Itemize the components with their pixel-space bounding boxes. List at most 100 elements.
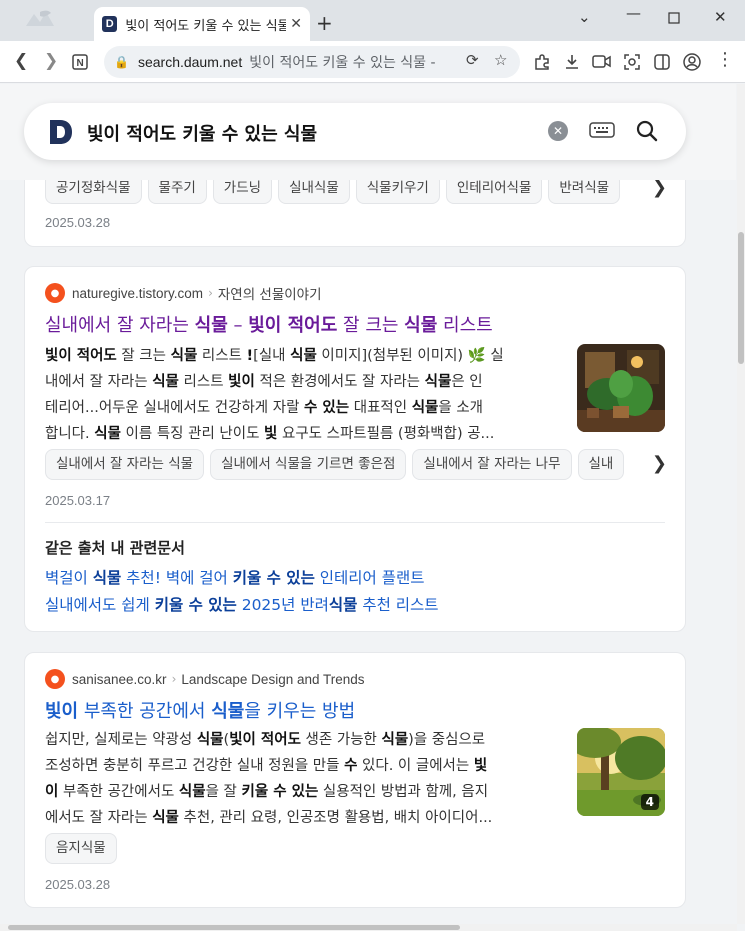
search-query-text[interactable]: 빛이 적어도 키울 수 있는 식물 <box>87 120 317 146</box>
notion-extension-icon[interactable]: N <box>72 54 88 70</box>
result-title-link[interactable]: 빛이 부족한 공간에서 식물을 키우는 방법 <box>45 697 355 723</box>
source-host: sanisanee.co.kr <box>72 671 167 687</box>
keyword-chip[interactable]: 음지식물 <box>45 833 117 864</box>
related-doc-link[interactable]: 벽걸이 식물 추천! 벽에 걸어 키울 수 있는 인테리어 플랜트 <box>45 566 425 588</box>
text-segment: 인테리어 플랜트 <box>314 569 425 587</box>
text-segment: 잘 크는 <box>116 348 171 364</box>
text-segment: 내에서 잘 자라는 <box>45 374 153 390</box>
text-segment: 조성하면 충분히 푸르고 건강한 실내 정원을 만들 <box>45 758 345 774</box>
result-date: 2025.03.28 <box>45 215 111 230</box>
result-date: 2025.03.17 <box>45 493 111 508</box>
text-segment: 잘 크는 <box>337 315 405 336</box>
new-tab-button[interactable]: + <box>316 11 333 35</box>
plant-room-thumbnail[interactable] <box>577 344 665 432</box>
highlighted-keyword: 식물 <box>381 732 409 748</box>
scrollbar-thumb[interactable] <box>738 232 744 364</box>
keyword-chip[interactable]: 실내에서 잘 자라는 식물 <box>45 449 205 480</box>
highlighted-keyword: 빛이 <box>228 374 255 390</box>
highlighted-keyword: 빛이 적어도 <box>229 732 301 748</box>
keyword-chip[interactable]: 실내에서 식물을 기르면 좋은점 <box>210 449 407 480</box>
text-segment: 벽걸이 <box>45 569 93 587</box>
daum-logo-icon[interactable] <box>48 118 74 146</box>
result-source[interactable]: ● sanisanee.co.kr › Landscape Design and… <box>45 669 365 689</box>
highlighted-keyword: 식물 <box>211 701 245 722</box>
address-bar[interactable]: 🔒 search.daum.net 빛이 적어도 키울 수 있는 식물 - <box>104 46 520 78</box>
tab-search-chevron-icon[interactable]: ⌄ <box>578 8 591 26</box>
text-segment: 을 잘 <box>205 784 242 800</box>
site-logo-icon: ● <box>45 669 65 689</box>
text-segment: 실내에서 잘 자라는 <box>45 315 195 336</box>
highlighted-keyword: 수 있는 <box>304 400 350 416</box>
url-host: search.daum.net <box>137 54 243 70</box>
snippet-line: 조성하면 충분히 푸르고 건강한 실내 정원을 만들 수 있다. 이 글에서는 … <box>45 753 563 779</box>
keyboard-icon[interactable] <box>589 120 615 140</box>
text-segment: 2025년 반려 <box>236 596 329 614</box>
bookmark-star-icon[interactable]: ☆ <box>494 51 507 69</box>
url-query: 빛이 적어도 키울 수 있는 식물 - <box>249 55 436 71</box>
more-menu-icon[interactable]: ⋮ <box>716 49 734 70</box>
text-segment: )을 중심으로 <box>408 732 486 748</box>
text-segment: 요구도 스파트필름 (평화백합) 공... <box>277 426 495 442</box>
result-title-link[interactable]: 실내에서 잘 자라는 식물 – 빛이 적어도 잘 크는 식물 리스트 <box>45 311 493 337</box>
search-box[interactable]: 빛이 적어도 키울 수 있는 식물 ✕ <box>24 103 686 160</box>
download-icon[interactable] <box>563 53 581 71</box>
tab-title: 빛이 적어도 키울 수 있는 식물 <box>125 18 287 34</box>
text-segment: 추천, 관리 요령, 인공조명 활용법, 배치 아이디어... <box>178 810 493 826</box>
highlighted-keyword: 식물 <box>152 374 179 390</box>
side-panel-icon[interactable] <box>653 53 671 71</box>
horizontal-scrollbar[interactable] <box>0 924 737 931</box>
text-segment: 있다. 이 글에서는 <box>357 758 474 774</box>
text-segment: 리스트 <box>437 315 493 336</box>
image-count-badge: 4 <box>640 794 659 810</box>
source-blog-name: Landscape Design and Trends <box>181 671 365 687</box>
close-tab-icon[interactable]: ✕ <box>290 16 302 32</box>
highlighted-keyword: 빛이 적어도 <box>45 348 117 364</box>
video-camera-icon[interactable] <box>592 54 612 70</box>
text-segment: 이름 특징 관리 난이도 <box>120 426 265 442</box>
garden-thumbnail[interactable]: 4 <box>577 728 665 816</box>
search-icon[interactable] <box>635 119 659 143</box>
text-segment: 부족한 공간에서 <box>78 701 212 722</box>
text-segment: 합니다. <box>45 426 95 442</box>
snippet-line: 테리어...어두운 실내에서도 건강하게 자랄 수 있는 대표적인 식물을 소개 <box>45 395 563 421</box>
screenshot-icon[interactable] <box>623 53 641 71</box>
highlighted-keyword: 빛이 적어도 <box>248 315 338 336</box>
highlighted-keyword: 식물 <box>178 784 206 800</box>
highlighted-keyword: 식물 <box>290 348 317 364</box>
highlighted-keyword: 식물 <box>194 315 228 336</box>
text-segment: 이미지](첨부된 이미지) 🌿 실 <box>316 348 504 364</box>
clear-search-icon[interactable]: ✕ <box>548 121 568 141</box>
search-result-card: ● naturegive.tistory.com › 자연의 선물이야기 실내에… <box>24 266 686 632</box>
highlighted-keyword: 식물 <box>411 400 439 416</box>
daum-favicon-icon: D <box>102 16 118 32</box>
chevron-right-icon[interactable]: ❯ <box>652 453 667 474</box>
chevron-right-icon[interactable]: ❯ <box>652 177 667 198</box>
highlighted-keyword: 키울 수 있는 <box>232 569 315 587</box>
forward-arrow-icon[interactable]: ❯ <box>44 51 58 71</box>
keyword-chip[interactable]: 실내 <box>577 449 625 480</box>
profile-avatar-icon[interactable] <box>682 52 702 72</box>
minimize-button[interactable]: — <box>626 4 641 22</box>
back-arrow-icon[interactable]: ❮ <box>14 51 28 71</box>
text-segment: 쉽지만, 실제로는 약광성 <box>45 732 197 748</box>
text-segment: 테리어...어두운 실내에서도 건강하게 자랄 <box>45 400 305 416</box>
text-segment: 에서도 잘 자라는 <box>45 810 153 826</box>
tab-strip: D 빛이 적어도 키울 수 있는 식물 ✕ + ⌄ — ✕ <box>0 0 745 41</box>
browser-toolbar: ❮ ❯ N 🔒 search.daum.net 빛이 적어도 키울 수 있는 식… <box>0 41 745 83</box>
highlighted-keyword: 식물 <box>424 374 452 390</box>
vertical-scrollbar[interactable] <box>737 84 745 924</box>
text-segment: 은 인 <box>451 374 483 390</box>
site-info-icon[interactable]: 🔒 <box>114 55 129 69</box>
extensions-puzzle-icon[interactable] <box>533 53 551 71</box>
close-window-button[interactable]: ✕ <box>714 8 727 26</box>
breadcrumb-separator-icon: › <box>171 672 177 686</box>
scrollbar-thumb[interactable] <box>8 925 460 930</box>
text-segment: 추천 리스트 <box>357 596 439 614</box>
reload-icon[interactable]: ⟳ <box>466 51 479 69</box>
maximize-button[interactable] <box>668 12 680 24</box>
svg-text:N: N <box>77 58 84 69</box>
related-doc-link[interactable]: 실내에서도 쉽게 키울 수 있는 2025년 반려식물 추천 리스트 <box>45 593 439 615</box>
keyword-chip[interactable]: 실내에서 잘 자라는 나무 <box>412 449 572 480</box>
result-source[interactable]: ● naturegive.tistory.com › 자연의 선물이야기 <box>45 283 322 303</box>
tab-active[interactable]: D 빛이 적어도 키울 수 있는 식물 ✕ <box>94 7 310 41</box>
